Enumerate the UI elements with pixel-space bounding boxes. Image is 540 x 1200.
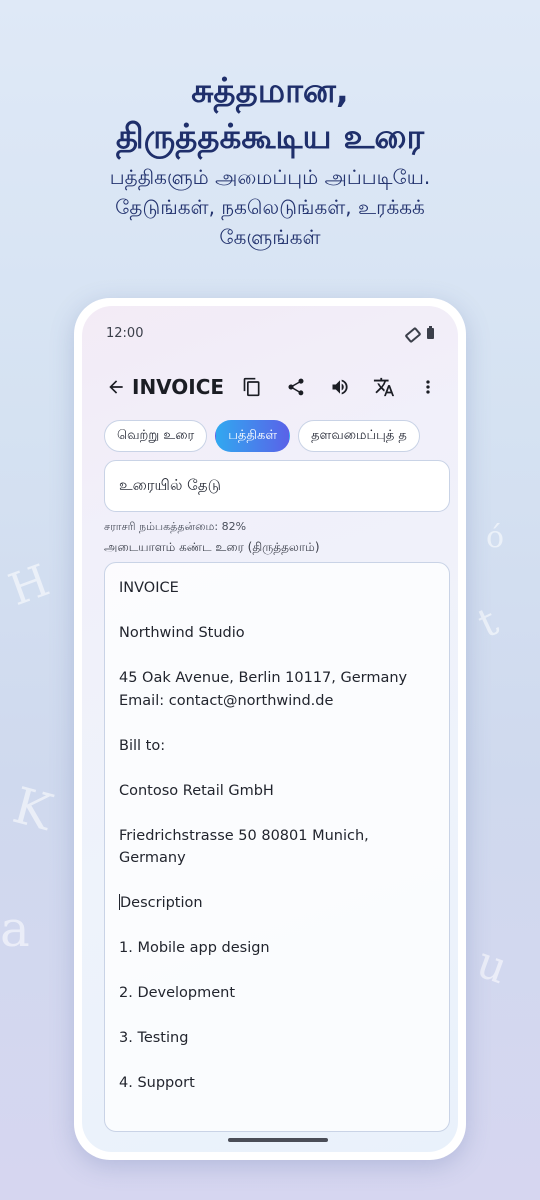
doc-line: Contoso Retail GmbH xyxy=(119,782,274,799)
hero-subtitle-line2: தேடுங்கள், நகலெடுங்கள், உரக்கக் xyxy=(115,195,425,219)
chip-paragraphs[interactable]: பத்திகள் xyxy=(215,420,291,452)
doc-line: 2. Development xyxy=(119,985,236,1001)
view-mode-chips: வெற்று உரை பத்திகள் தளவமைப்புத் த xyxy=(104,420,458,452)
hero-title-line2: திருத்தக்கூடிய உரை xyxy=(115,117,425,157)
doc-line: 1. Mobile app design xyxy=(119,940,270,956)
home-indicator[interactable] xyxy=(228,1138,328,1142)
back-arrow-icon[interactable] xyxy=(104,375,128,399)
doc-line: Email: contact@northwind.de xyxy=(119,692,334,709)
app-screen: 12:00 INVOICE வெற்று உரை பத்திகள் தளவமைப… xyxy=(82,306,458,1152)
search-input[interactable]: உரையில் தேடு xyxy=(104,460,450,512)
doc-line-with-caret: Description xyxy=(119,892,435,915)
battery-icon xyxy=(427,325,434,339)
status-time: 12:00 xyxy=(106,325,144,341)
app-bar: INVOICE xyxy=(82,372,458,402)
hero-title-line1: சுத்தமான, xyxy=(191,71,349,111)
hero-subtitle-line3: கேளுங்கள் xyxy=(219,225,321,249)
doc-line: Bill to: xyxy=(119,737,166,754)
copy-icon[interactable] xyxy=(240,375,264,399)
phone-frame: 12:00 INVOICE வெற்று உரை பத்திகள் தளவமைப… xyxy=(74,298,466,1160)
status-bar: 12:00 xyxy=(106,324,434,342)
doc-line: Friedrichstrasse 50 80801 Munich, xyxy=(119,827,369,844)
doc-line-text: Description xyxy=(120,895,203,911)
volume-icon[interactable] xyxy=(328,375,352,399)
status-icons xyxy=(405,325,434,339)
doc-line: 45 Oak Avenue, Berlin 10117, Germany xyxy=(119,670,408,686)
doc-line: INVOICE xyxy=(119,580,179,596)
recognized-text-label: அடையாளம் கண்ட உரை (திருத்தலாம்) xyxy=(104,540,320,554)
hero-subtitle-line1: பத்திகளும் அமைப்பும் அப்படியே. xyxy=(109,165,431,189)
more-vert-icon[interactable] xyxy=(416,375,440,399)
doc-line: 4. Support xyxy=(119,1075,195,1091)
chip-layout[interactable]: தளவமைப்புத் த xyxy=(298,420,420,452)
share-icon[interactable] xyxy=(284,375,308,399)
chip-plain-text[interactable]: வெற்று உரை xyxy=(104,420,208,452)
hero-section: சுத்தமான, திருத்தக்கூடிய உரை பத்திகளும் … xyxy=(0,68,540,252)
app-title: INVOICE xyxy=(132,375,225,399)
doc-line: Germany xyxy=(119,850,186,866)
confidence-label: சராசரி நம்பகத்தன்மை: 82% xyxy=(104,520,247,533)
doc-line: 3. Testing xyxy=(119,1030,189,1046)
signal-icon xyxy=(405,327,417,339)
translate-icon[interactable] xyxy=(372,375,396,399)
recognized-text-editor[interactable]: INVOICE Northwind Studio 45 Oak Avenue, … xyxy=(104,562,450,1132)
doc-line: Northwind Studio xyxy=(119,625,245,641)
